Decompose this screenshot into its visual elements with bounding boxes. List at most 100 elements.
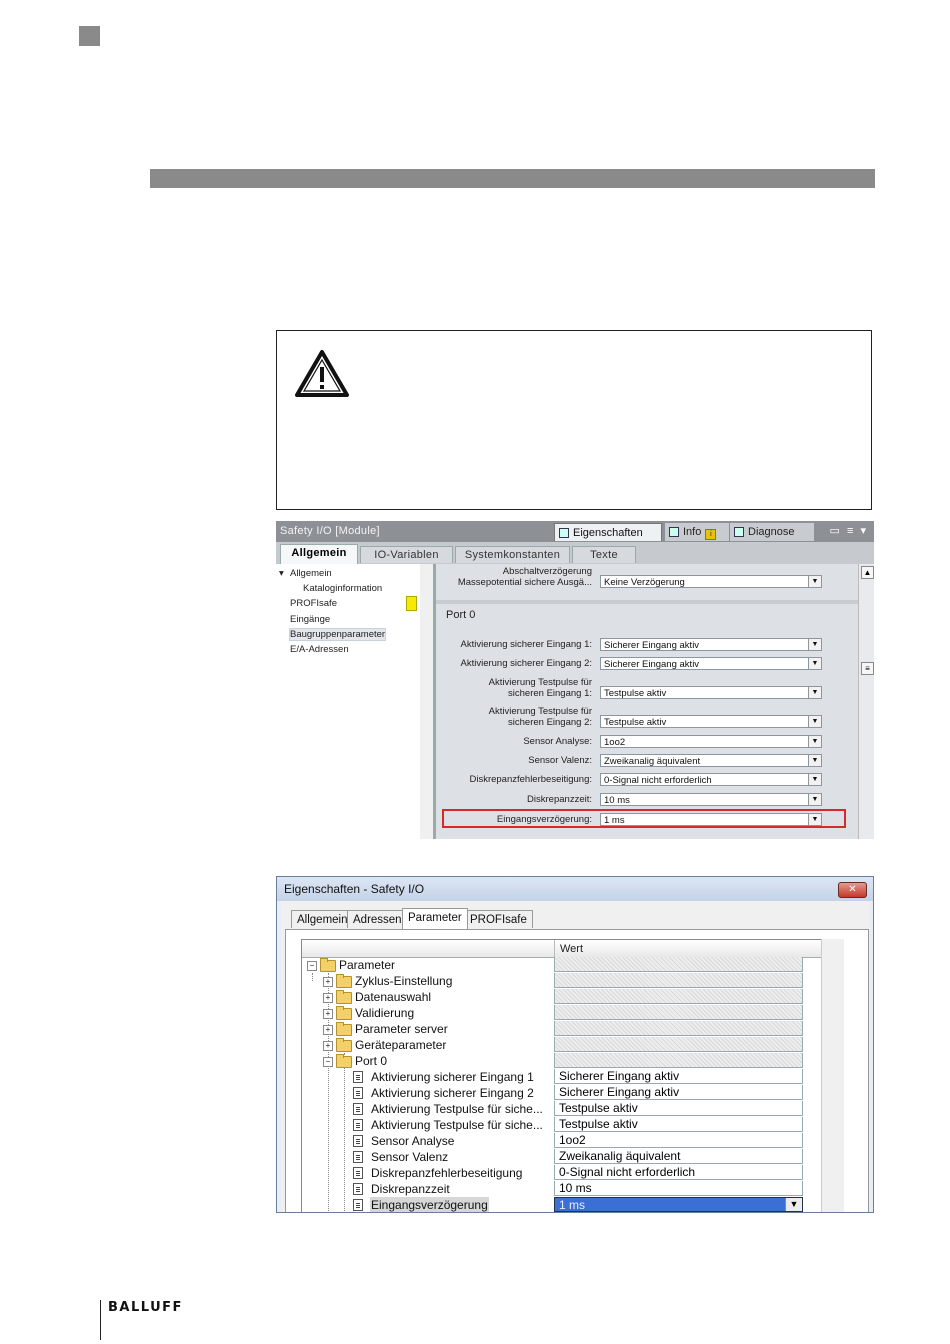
- scroll-up-icon[interactable]: ▲: [861, 566, 874, 579]
- nav-item-eingaenge[interactable]: Eingänge: [290, 614, 330, 625]
- row-value: [554, 1005, 803, 1020]
- nav-item-allgemein[interactable]: Allgemein: [290, 568, 332, 579]
- dialog-titlebar: Eigenschaften - Safety I/O ✕: [277, 877, 873, 901]
- prop-label: Sensor Analyse:: [523, 736, 592, 747]
- dropdown-diskrepanzfehlerbeseitigung[interactable]: 0-Signal nicht erforderlich ▼: [600, 773, 822, 786]
- tab-parameter[interactable]: Parameter: [402, 908, 468, 929]
- parameter-icon: [353, 1167, 363, 1179]
- tree-row[interactable]: + Parameter server: [302, 1021, 822, 1037]
- tree-row[interactable]: + Datenauswahl: [302, 989, 822, 1005]
- row-value[interactable]: Sicherer Eingang aktiv: [554, 1085, 803, 1100]
- row-value[interactable]: 0-Signal nicht erforderlich: [554, 1165, 803, 1180]
- prop-label: Sensor Valenz:: [528, 755, 592, 766]
- dropdown-sicherer-eingang-2[interactable]: Sicherer Eingang aktiv ▼: [600, 657, 822, 670]
- subtab-allgemein[interactable]: Allgemein: [280, 544, 358, 564]
- row-value[interactable]: Sicherer Eingang aktiv: [554, 1069, 803, 1084]
- nav-scrollbar[interactable]: [420, 564, 434, 839]
- row-value[interactable]: Testpulse aktiv: [554, 1117, 803, 1132]
- row-value[interactable]: 10 ms: [554, 1181, 803, 1196]
- tree-row[interactable]: Aktivierung sicherer Eingang 1 Sicherer …: [302, 1069, 822, 1085]
- subtab-systemkonstanten[interactable]: Systemkonstanten: [455, 546, 570, 563]
- dropdown-testpulse-2[interactable]: Testpulse aktiv ▼: [600, 715, 822, 728]
- tab-eigenschaften[interactable]: Eigenschaften: [554, 523, 662, 541]
- nav-item-kataloginformation[interactable]: Kataloginformation: [303, 583, 382, 594]
- subtab-io-variablen[interactable]: IO-Variablen: [360, 546, 453, 563]
- tab-profisafe[interactable]: PROFIsafe: [464, 910, 533, 928]
- tree-row[interactable]: Sensor Analyse 1oo2: [302, 1133, 822, 1149]
- tree-row[interactable]: Aktivierung sicherer Eingang 2 Sicherer …: [302, 1085, 822, 1101]
- dialog-title: Eigenschaften - Safety I/O: [284, 882, 425, 896]
- row-value[interactable]: Zweikanalig äquivalent: [554, 1149, 803, 1164]
- chevron-down-icon: ▼: [808, 736, 821, 747]
- parameter-icon: [353, 1071, 363, 1083]
- tab-info[interactable]: Info i: [665, 523, 729, 541]
- warning-triangle-icon: [295, 350, 349, 397]
- tia-properties-panel: Safety I/O [Module] Eigenschaften Info i …: [276, 521, 874, 839]
- tree-row[interactable]: + Validierung: [302, 1005, 822, 1021]
- nav-item-ea-adressen[interactable]: E/A-Adressen: [290, 644, 349, 655]
- nav-expand-icon[interactable]: ▾: [279, 568, 284, 579]
- tree-row[interactable]: Diskrepanzfehlerbeseitigung 0-Signal nic…: [302, 1165, 822, 1181]
- expand-icon[interactable]: +: [323, 1025, 333, 1035]
- corner-marker: [79, 26, 100, 46]
- row-value: [554, 989, 803, 1004]
- tree-row[interactable]: Aktivierung Testpulse für siche... Testp…: [302, 1101, 822, 1117]
- expand-icon[interactable]: +: [323, 993, 333, 1003]
- footer-rule: [100, 1300, 101, 1340]
- tree-row[interactable]: + Zyklus-Einstellung: [302, 973, 822, 989]
- tab-diagnose[interactable]: Diagnose: [730, 523, 814, 541]
- properties-icon: [559, 528, 569, 538]
- tab-adressen[interactable]: Adressen: [347, 910, 408, 928]
- window-controls-icon[interactable]: ▭ ≡ ▾: [830, 524, 868, 537]
- diagnose-icon: [734, 527, 744, 537]
- properties-dialog: Eigenschaften - Safety I/O ✕ Allgemein A…: [276, 876, 874, 1213]
- chevron-down-icon: ▼: [808, 794, 821, 805]
- panel-titlebar: Safety I/O [Module] Eigenschaften Info i …: [276, 521, 874, 542]
- nav-item-baugruppenparameter[interactable]: Baugruppenparameter: [289, 628, 387, 641]
- row-value[interactable]: Testpulse aktiv: [554, 1101, 803, 1116]
- row-value: [554, 1021, 803, 1036]
- dropdown-diskrepanzzeit[interactable]: 10 ms ▼: [600, 793, 822, 806]
- grid-scrollbar[interactable]: [821, 939, 844, 1212]
- scroll-thumb-icon[interactable]: ≡: [861, 662, 874, 675]
- parameter-icon: [353, 1103, 363, 1115]
- section-heading-bar: [150, 169, 875, 188]
- tree-row[interactable]: − Port 0: [302, 1053, 822, 1069]
- navigation-tree: ▾ Allgemein Kataloginformation PROFIsafe…: [276, 564, 421, 839]
- tree-row[interactable]: Sensor Valenz Zweikanalig äquivalent: [302, 1149, 822, 1165]
- dropdown-testpulse-1[interactable]: Testpulse aktiv ▼: [600, 686, 822, 699]
- tree-row[interactable]: Diskrepanzzeit 10 ms: [302, 1181, 822, 1197]
- subtab-texte[interactable]: Texte: [572, 546, 636, 563]
- parameter-icon: [353, 1151, 363, 1163]
- vertical-scrollbar[interactable]: ▲ ≡: [858, 564, 874, 839]
- chevron-down-icon[interactable]: ▼: [785, 1198, 802, 1211]
- collapse-icon[interactable]: −: [307, 961, 317, 971]
- dropdown-sensor-valenz[interactable]: Zweikanalig äquivalent ▼: [600, 754, 822, 767]
- close-button[interactable]: ✕: [838, 882, 867, 898]
- tree-row[interactable]: + Geräteparameter: [302, 1037, 822, 1053]
- prop-label: Aktivierung sicherer Eingang 1:: [460, 639, 593, 650]
- info-icon: [669, 527, 679, 537]
- row-value[interactable]: 1oo2: [554, 1133, 803, 1148]
- collapse-icon[interactable]: −: [323, 1057, 333, 1067]
- tree-row[interactable]: Aktivierung Testpulse für siche... Testp…: [302, 1117, 822, 1133]
- folder-icon: [336, 1006, 352, 1020]
- column-header-wert[interactable]: Wert: [554, 940, 802, 957]
- tree-row[interactable]: Eingangsverzögerung 1 ms ▼: [302, 1197, 822, 1212]
- chevron-down-icon: ▼: [808, 658, 821, 669]
- folder-icon: [336, 1022, 352, 1036]
- selected-value-dropdown[interactable]: 1 ms ▼: [554, 1197, 803, 1212]
- tree-row[interactable]: − Parameter: [302, 957, 822, 973]
- expand-icon[interactable]: +: [323, 977, 333, 987]
- dropdown-abschaltverzoegerung[interactable]: Keine Verzögerung ▼: [600, 575, 822, 588]
- highlight-frame: [442, 809, 846, 828]
- nav-item-profisafe[interactable]: PROFIsafe: [290, 598, 337, 609]
- tab-allgemein[interactable]: Allgemein: [291, 910, 354, 928]
- expand-icon[interactable]: +: [323, 1041, 333, 1051]
- dropdown-sensor-analyse[interactable]: 1oo2 ▼: [600, 735, 822, 748]
- dropdown-sicherer-eingang-1[interactable]: Sicherer Eingang aktiv ▼: [600, 638, 822, 651]
- expand-icon[interactable]: +: [323, 1009, 333, 1019]
- group-separator: [436, 600, 858, 604]
- prop-label: Aktivierung Testpulse für sicheren Einga…: [488, 677, 592, 699]
- chevron-down-icon: ▼: [808, 774, 821, 785]
